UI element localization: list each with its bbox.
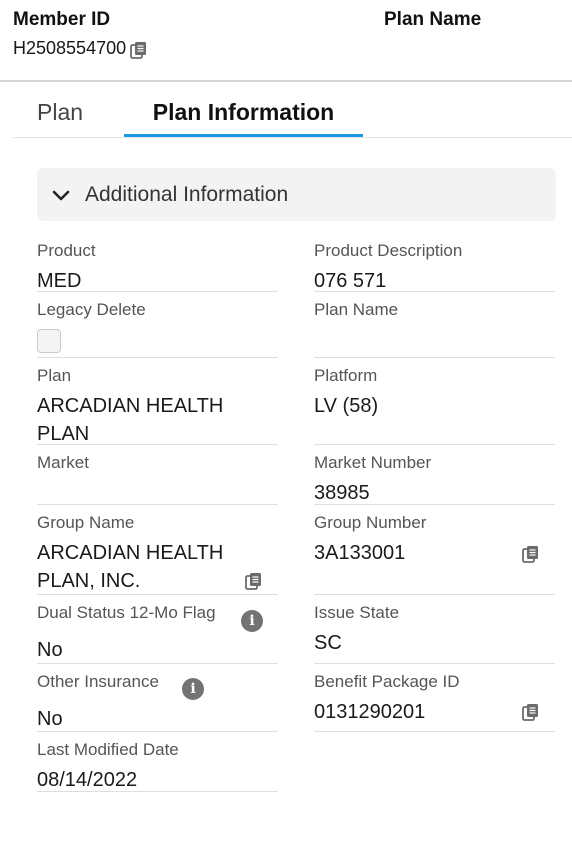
field-dual-status: Dual Status 12-Mo Flag i No [37,603,278,664]
copy-icon[interactable] [244,571,264,591]
legacy-delete-checkbox[interactable] [37,329,61,353]
field-label: Product [37,241,96,260]
field-label: Dual Status 12-Mo Flag [37,603,216,622]
additional-information-section-toggle[interactable]: Additional Information [37,168,556,221]
field-value: 38985 [314,482,370,504]
member-id-label: Member ID [13,9,111,30]
field-value: 076 571 [314,270,387,292]
field-value: MED [37,270,82,292]
copy-icon[interactable] [521,544,541,564]
field-legacy-delete: Legacy Delete [37,300,278,358]
field-value: No [37,639,63,661]
field-group-number: Group Number 3A133001 [314,513,555,595]
field-label: Plan Name [314,300,399,319]
copy-icon[interactable] [521,702,541,722]
section-title: Additional Information [85,182,289,206]
field-market: Market [37,453,278,505]
tab-plan-information[interactable]: Plan Information [124,89,363,137]
field-label: Plan [37,366,72,385]
field-plan: Plan ARCADIAN HEALTH PLAN [37,366,278,445]
chevron-down-icon [52,190,70,200]
field-benefit-package-id: Benefit Package ID 0131290201 [314,672,555,732]
field-issue-state: Issue State SC [314,603,555,664]
info-icon[interactable]: i [241,610,263,632]
member-id-value: H2508554700 [13,37,127,58]
field-label: Legacy Delete [37,300,146,319]
field-product: Product MED [37,241,278,292]
plan-name-header-label: Plan Name [384,9,482,30]
tab-plan[interactable]: Plan [37,89,83,137]
field-value: SC [314,632,342,654]
field-value: 08/14/2022 [37,769,138,791]
field-market-number: Market Number 38985 [314,453,555,505]
field-group-name: Group Name ARCADIAN HEALTH PLAN, INC. [37,513,278,595]
field-platform: Platform LV (58) [314,366,555,445]
field-value: ARCADIAN HEALTH PLAN, INC. [37,542,224,592]
field-value: 0131290201 [314,701,426,723]
info-icon[interactable]: i [182,678,204,700]
field-value: No [37,708,63,730]
field-plan-name: Plan Name [314,300,555,358]
member-id-row: H2508554700 [13,36,149,60]
field-value: 3A133001 [314,542,406,564]
field-product-description: Product Description 076 571 [314,241,555,292]
member-header: Member ID Plan Name H2508554700 [0,0,572,82]
field-value: LV (58) [314,395,379,417]
tab-bar: Plan Plan Information [13,89,572,138]
field-label: Last Modified Date [37,740,179,759]
field-label: Group Name [37,513,135,532]
field-label: Other Insurance [37,672,159,691]
field-value: ARCADIAN HEALTH PLAN [37,395,224,445]
field-label: Market [37,453,89,472]
field-label: Group Number [314,513,427,532]
field-label: Issue State [314,603,400,622]
field-label: Platform [314,366,378,385]
field-label: Benefit Package ID [314,672,460,691]
copy-icon[interactable] [129,40,149,60]
field-label: Product Description [314,241,463,260]
field-label: Market Number [314,453,432,472]
field-other-insurance: Other Insurance i No [37,672,278,732]
field-last-modified-date: Last Modified Date 08/14/2022 [37,740,278,792]
